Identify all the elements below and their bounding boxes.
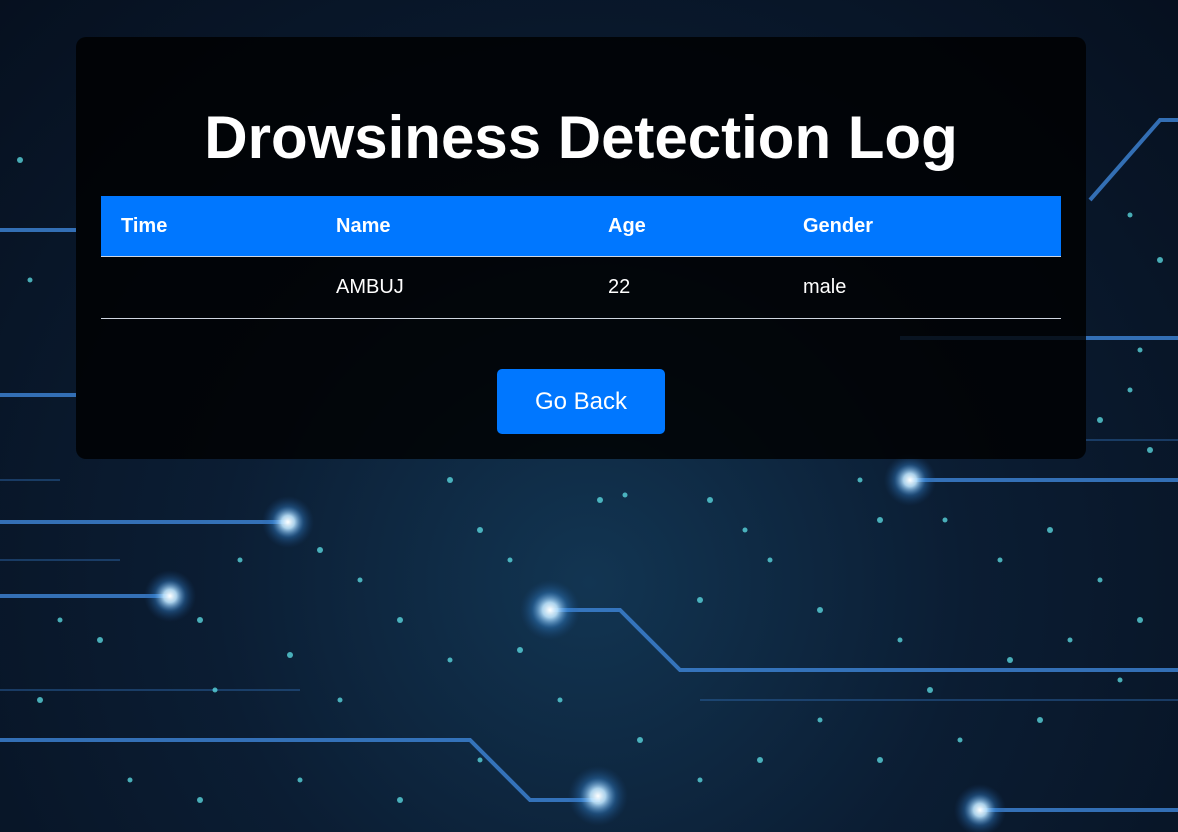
log-panel: Drowsiness Detection Log Time Name Age G… — [76, 37, 1086, 459]
column-header-time: Time — [101, 196, 316, 257]
cell-gender: male — [783, 256, 1061, 319]
cell-time — [101, 256, 316, 319]
page-title: Drowsiness Detection Log — [204, 104, 958, 171]
cell-age: 22 — [588, 256, 783, 319]
table-row: AMBUJ 22 male — [101, 256, 1061, 319]
column-header-gender: Gender — [783, 196, 1061, 257]
cell-name: AMBUJ — [316, 256, 588, 319]
table-header-row: Time Name Age Gender — [101, 196, 1061, 257]
drowsiness-log-table: Time Name Age Gender AMBUJ 22 male — [101, 196, 1061, 319]
go-back-button[interactable]: Go Back — [497, 369, 665, 434]
column-header-name: Name — [316, 196, 588, 257]
column-header-age: Age — [588, 196, 783, 257]
